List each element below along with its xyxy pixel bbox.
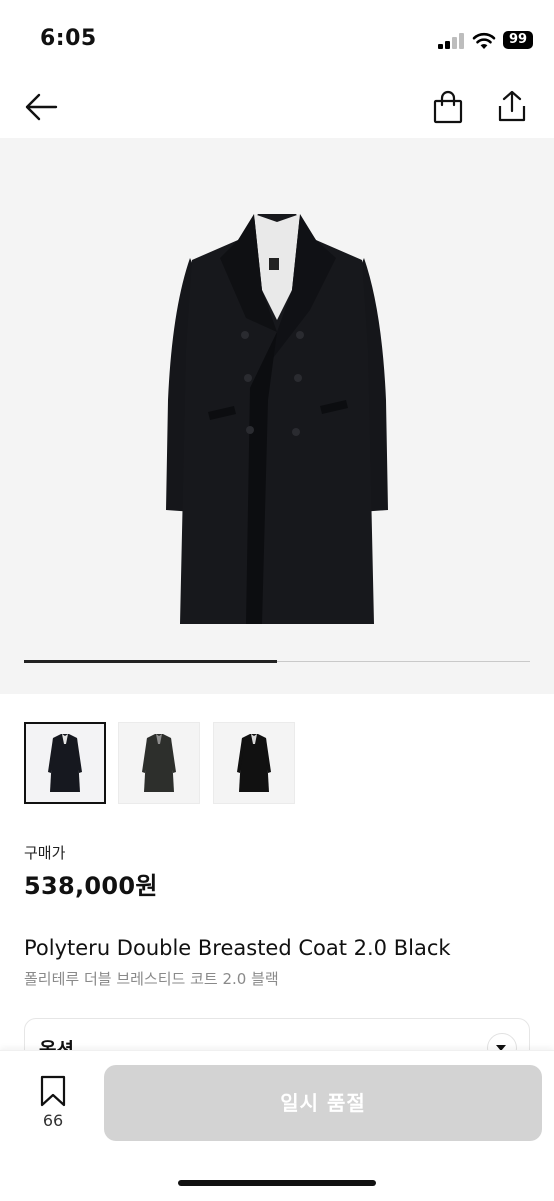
product-title: Polyteru Double Breasted Coat 2.0 Black	[24, 936, 451, 960]
thumbnail-1[interactable]	[24, 722, 106, 804]
shopping-bag-icon[interactable]	[432, 90, 464, 124]
coat-thumbnail-image	[48, 734, 82, 792]
wishlist-button[interactable]: 66	[26, 1075, 80, 1135]
coat-thumbnail-image	[237, 734, 271, 792]
home-indicator	[178, 1180, 376, 1186]
status-bar: 6:05 99	[0, 0, 554, 80]
carousel-progress-track	[24, 660, 530, 663]
sold-out-button[interactable]: 일시 품절	[104, 1065, 542, 1141]
wishlist-count: 66	[42, 1111, 64, 1130]
product-subtitle: 폴리테루 더블 브레스티드 코트 2.0 블랙	[24, 970, 279, 988]
price-value: 538,000원	[24, 872, 158, 900]
bottom-action-bar: 66 일시 품절	[0, 1050, 554, 1201]
carousel-progress-fill	[24, 660, 277, 663]
thumbnail-3[interactable]	[213, 722, 295, 804]
arrow-left-icon[interactable]	[24, 92, 58, 122]
price-label: 구매가	[24, 844, 66, 862]
top-nav-bar	[0, 80, 554, 138]
battery-indicator: 99	[503, 31, 533, 49]
wifi-icon	[472, 32, 496, 49]
thumbnail-strip	[24, 722, 530, 806]
thumbnail-2[interactable]	[118, 722, 200, 804]
coat-thumbnail-image	[142, 734, 176, 792]
cellular-signal-icon	[438, 33, 466, 49]
product-image-carousel[interactable]	[0, 138, 554, 694]
bookmark-icon	[40, 1075, 66, 1107]
share-icon[interactable]	[496, 89, 528, 123]
product-image	[166, 214, 388, 624]
status-time: 6:05	[40, 26, 97, 51]
